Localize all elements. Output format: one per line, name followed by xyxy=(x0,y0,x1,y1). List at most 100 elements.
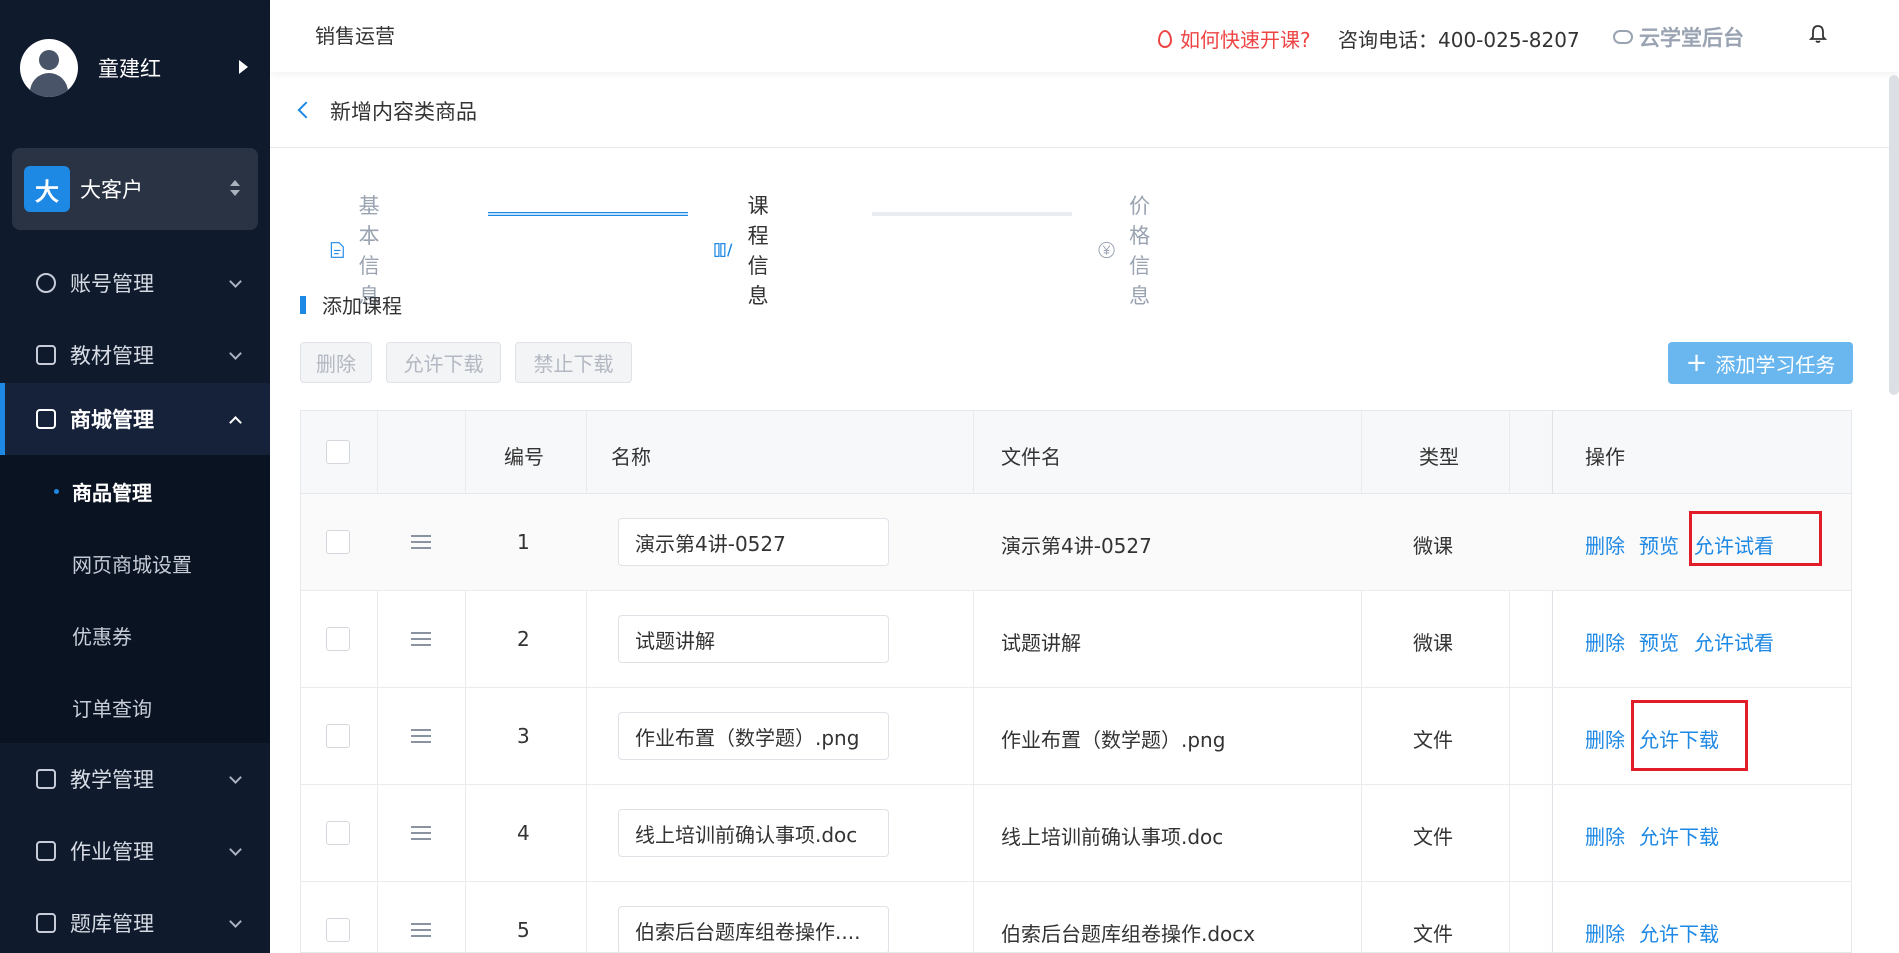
preview-link[interactable]: 预览 xyxy=(1639,627,1679,656)
step-label: 课程信息 xyxy=(747,194,769,308)
row-checkbox[interactable] xyxy=(326,627,350,651)
sort-icon xyxy=(230,180,240,200)
howto-label: 如何快速开课? xyxy=(1180,28,1311,52)
homework-icon xyxy=(36,841,56,861)
delete-link[interactable]: 删除 xyxy=(1585,918,1625,947)
delete-link[interactable]: 删除 xyxy=(1585,530,1625,559)
flame-icon xyxy=(1158,29,1172,48)
name-input[interactable]: 作业布置（数学题）.png xyxy=(618,712,889,760)
header-ops: 操作 xyxy=(1585,445,1625,469)
breadcrumb: 新增内容类商品 xyxy=(270,72,1899,148)
row-id: 3 xyxy=(517,724,530,748)
step-course-info[interactable]: 课程信息 xyxy=(714,190,789,310)
row-file: 伯索后台题库组卷操作.docx xyxy=(1001,922,1256,946)
menu-label: 题库管理 xyxy=(70,912,154,936)
shop-icon xyxy=(36,409,56,429)
menu-homework[interactable]: 作业管理 xyxy=(0,815,270,887)
plus-icon: + xyxy=(1685,348,1708,378)
header-id: 编号 xyxy=(504,445,544,469)
preview-link[interactable]: 预览 xyxy=(1639,530,1679,559)
chevron-right-icon xyxy=(239,60,248,74)
course-table: 编号 名称 文件名 类型 操作 1 演示第4讲-0527 演示第4讲-0527 … xyxy=(300,410,1852,953)
name-input[interactable]: 演示第4讲-0527 xyxy=(618,518,889,566)
delete-link[interactable]: 删除 xyxy=(1585,627,1625,656)
howto-link[interactable]: 如何快速开课? xyxy=(1158,24,1311,53)
table-header: 编号 名称 文件名 类型 操作 xyxy=(301,411,1851,494)
avatar xyxy=(20,39,78,97)
row-file: 试题讲解 xyxy=(1001,631,1081,655)
yen-icon xyxy=(1098,241,1115,259)
delete-link[interactable]: 删除 xyxy=(1585,821,1625,850)
chevron-up-icon xyxy=(229,416,242,429)
brand-logo: 云学堂后台 xyxy=(1613,22,1744,52)
document-icon xyxy=(330,242,344,258)
allow-download-link[interactable]: 允许下载 xyxy=(1639,821,1719,850)
name-input[interactable]: 伯索后台题库组卷操作.... xyxy=(618,906,889,952)
menu-label: 教材管理 xyxy=(70,344,154,368)
menu-account[interactable]: 账号管理 xyxy=(0,247,270,319)
bell-icon[interactable] xyxy=(1809,24,1827,44)
row-id: 1 xyxy=(517,530,530,554)
step-connector xyxy=(872,212,1072,216)
table-row: 5 伯索后台题库组卷操作.... 伯索后台题库组卷操作.docx 文件 删除 允… xyxy=(301,882,1851,952)
select-all-checkbox[interactable] xyxy=(326,440,350,464)
add-task-button[interactable]: + 添加学习任务 xyxy=(1668,342,1853,384)
menu-teaching[interactable]: 教学管理 xyxy=(0,743,270,815)
row-checkbox[interactable] xyxy=(326,821,350,845)
name-input[interactable]: 试题讲解 xyxy=(618,615,889,663)
row-checkbox[interactable] xyxy=(326,918,350,942)
page-scrollbar[interactable] xyxy=(1889,75,1899,395)
drag-handle-icon[interactable] xyxy=(411,535,431,549)
submenu-mall: 商品管理 网页商城设置 优惠券 订单查询 xyxy=(0,455,270,743)
section-title: 添加课程 xyxy=(322,294,402,318)
row-id: 5 xyxy=(517,918,530,942)
highlight-box xyxy=(1689,511,1822,566)
section-header: 添加课程 xyxy=(300,290,402,319)
bulk-allow-download-button[interactable]: 允许下载 xyxy=(386,342,501,383)
chevron-down-icon xyxy=(229,347,242,360)
brand-name: 云学堂后台 xyxy=(1639,26,1744,50)
allow-trial-link[interactable]: 允许试看 xyxy=(1694,627,1774,656)
menu-textbook[interactable]: 教材管理 xyxy=(0,319,270,391)
teaching-icon xyxy=(36,769,56,789)
org-name: 大客户 xyxy=(80,178,143,202)
bulk-delete-button[interactable]: 删除 xyxy=(300,342,372,383)
row-checkbox[interactable] xyxy=(326,724,350,748)
row-type: 微课 xyxy=(1413,534,1453,558)
user-profile[interactable]: 童建红 xyxy=(20,38,260,98)
drag-handle-icon[interactable] xyxy=(411,632,431,646)
drag-handle-icon[interactable] xyxy=(411,923,431,937)
sidebar: 童建红 大 大客户 账号管理 教材管理 商城管理 商品管理 网页商城设置 优惠券… xyxy=(0,0,270,953)
allow-download-link[interactable]: 允许下载 xyxy=(1639,918,1719,947)
menu-question-bank[interactable]: 题库管理 xyxy=(0,887,270,953)
drag-handle-icon[interactable] xyxy=(411,826,431,840)
table-row: 4 线上培训前确认事项.doc 线上培训前确认事项.doc 文件 删除 允许下载 xyxy=(301,785,1851,882)
row-type: 微课 xyxy=(1413,631,1453,655)
submenu-item-orders[interactable]: 订单查询 xyxy=(0,671,270,743)
submenu-item-coupons[interactable]: 优惠券 xyxy=(0,599,270,671)
delete-link[interactable]: 删除 xyxy=(1585,724,1625,753)
row-id: 2 xyxy=(517,627,530,651)
step-price-info[interactable]: 价格信息 xyxy=(1098,190,1169,310)
row-file: 作业布置（数学题）.png xyxy=(1001,728,1226,752)
header-file: 文件名 xyxy=(1001,445,1061,469)
submenu-item-web-mall-settings[interactable]: 网页商城设置 xyxy=(0,527,270,599)
menu-mall[interactable]: 商城管理 xyxy=(0,383,270,455)
back-icon[interactable] xyxy=(297,101,315,119)
table-row: 1 演示第4讲-0527 演示第4讲-0527 微课 删除 预览 允许试看 xyxy=(301,494,1851,591)
row-type: 文件 xyxy=(1413,922,1453,946)
brand-icon xyxy=(1613,30,1633,44)
user-name: 童建红 xyxy=(98,57,161,81)
question-bank-icon xyxy=(36,913,56,933)
name-input[interactable]: 线上培训前确认事项.doc xyxy=(618,809,889,857)
drag-handle-icon[interactable] xyxy=(411,729,431,743)
org-switcher[interactable]: 大 大客户 xyxy=(12,148,258,230)
row-type: 文件 xyxy=(1413,825,1453,849)
page-title: 新增内容类商品 xyxy=(330,100,477,124)
row-checkbox[interactable] xyxy=(326,530,350,554)
org-badge: 大 xyxy=(24,166,70,212)
submenu-item-products[interactable]: 商品管理 xyxy=(0,455,270,527)
bulk-forbid-download-button[interactable]: 禁止下载 xyxy=(515,342,632,383)
step-label: 价格信息 xyxy=(1129,194,1151,308)
row-file: 线上培训前确认事项.doc xyxy=(1001,825,1224,849)
